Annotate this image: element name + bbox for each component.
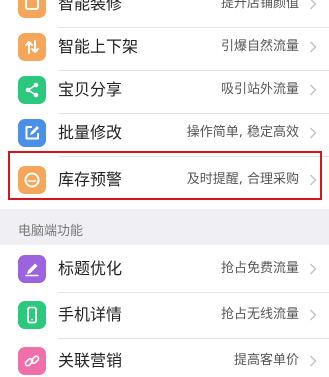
chevron-right-icon [309,0,317,10]
chevron-right-icon [309,84,317,96]
phone-icon [18,301,46,329]
link-icon [18,347,46,375]
tools-group: 智能装修 提升店铺颜值 智能上下架 引爆自然流量 宝贝分享 吸引站外流量 批量修… [0,0,329,209]
item-title: 批量修改 [58,123,123,142]
stock-alert-icon [18,166,46,194]
pen-icon [18,255,46,283]
chevron-right-icon [309,174,317,186]
list-item-mobile-detail[interactable]: 手机详情 抢占无线流量 [0,291,329,339]
item-description: 操作简单, 稳定高效 [186,125,299,140]
item-description: 及时提醒, 合理采购 [186,172,299,187]
edit-square-icon [18,119,46,147]
item-title: 宝贝分享 [58,80,123,99]
item-title: 手机详情 [58,305,123,324]
pc-tools-group: 标题优化 抢占免费流量 手机详情 抢占无线流量 关联营销 提高客单价 [0,245,329,377]
list-item-title-optimization[interactable]: 标题优化 抢占免费流量 [0,245,329,293]
list-item-product-share[interactable]: 宝贝分享 吸引站外流量 [0,66,329,114]
item-description: 抢占无线流量 [220,307,299,322]
share-icon [18,76,46,104]
list-item-stock-alert[interactable]: 库存预警 及时提醒, 合理采购 [0,156,329,204]
chevron-right-icon [309,41,317,53]
list-item-smart-listing[interactable]: 智能上下架 引爆自然流量 [0,23,329,71]
item-description: 提高客单价 [233,353,299,368]
item-description: 抢占免费流量 [220,261,299,276]
up-down-arrows-icon [18,33,46,61]
list-item-related-marketing[interactable]: 关联营销 提高客单价 [0,337,329,377]
item-title: 智能上下架 [58,37,139,56]
chevron-right-icon [309,309,317,321]
list-item-batch-edit[interactable]: 批量修改 操作简单, 稳定高效 [0,109,329,157]
item-title: 标题优化 [58,259,123,278]
feature-list-screen: 智能装修 提升店铺颜值 智能上下架 引爆自然流量 宝贝分享 吸引站外流量 批量修… [0,0,329,377]
item-description: 引爆自然流量 [220,39,299,54]
item-description: 吸引站外流量 [220,82,299,97]
decor-icon [18,0,46,18]
chevron-right-icon [309,127,317,139]
item-title: 库存预警 [58,170,123,189]
section-header-pc: 电脑端功能 [0,209,329,245]
chevron-right-icon [309,263,317,275]
section-header-label: 电脑端功能 [18,224,84,239]
item-title: 关联营销 [58,351,123,370]
chevron-right-icon [309,355,317,367]
